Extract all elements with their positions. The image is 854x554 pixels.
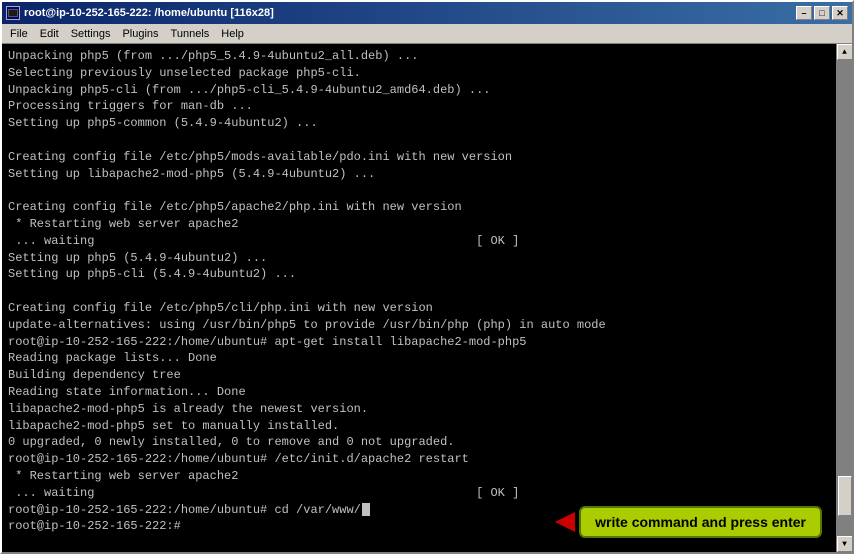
menu-bar: File Edit Settings Plugins Tunnels Help xyxy=(2,24,852,44)
menu-tunnels[interactable]: Tunnels xyxy=(165,27,216,41)
annotation-bubble: write command and press enter xyxy=(579,506,822,538)
terminal-output: Unpacking php5 (from .../php5_5.4.9-4ubu… xyxy=(2,44,836,552)
terminal-area[interactable]: Unpacking php5 (from .../php5_5.4.9-4ubu… xyxy=(2,44,852,552)
scroll-up-button[interactable]: ▲ xyxy=(837,44,853,60)
close-button[interactable]: ✕ xyxy=(832,6,848,20)
terminal-window: root@ip-10-252-165-222: /home/ubuntu [11… xyxy=(0,0,854,554)
menu-plugins[interactable]: Plugins xyxy=(116,27,164,41)
title-bar-text: root@ip-10-252-165-222: /home/ubuntu [11… xyxy=(6,6,274,20)
annotation-arrow xyxy=(555,512,575,532)
menu-edit[interactable]: Edit xyxy=(34,27,65,41)
app-icon xyxy=(6,6,20,20)
scroll-down-button[interactable]: ▼ xyxy=(837,536,853,552)
maximize-button[interactable]: □ xyxy=(814,6,830,20)
title-bar: root@ip-10-252-165-222: /home/ubuntu [11… xyxy=(2,2,852,24)
menu-file[interactable]: File xyxy=(4,27,34,41)
window-controls: – □ ✕ xyxy=(796,6,848,20)
scrollbar[interactable]: ▲ ▼ xyxy=(836,44,852,552)
minimize-button[interactable]: – xyxy=(796,6,812,20)
annotation-container: write command and press enter xyxy=(555,506,822,538)
menu-help[interactable]: Help xyxy=(215,27,250,41)
scrollbar-track[interactable] xyxy=(837,60,852,536)
scrollbar-thumb[interactable] xyxy=(838,476,852,516)
menu-settings[interactable]: Settings xyxy=(65,27,117,41)
